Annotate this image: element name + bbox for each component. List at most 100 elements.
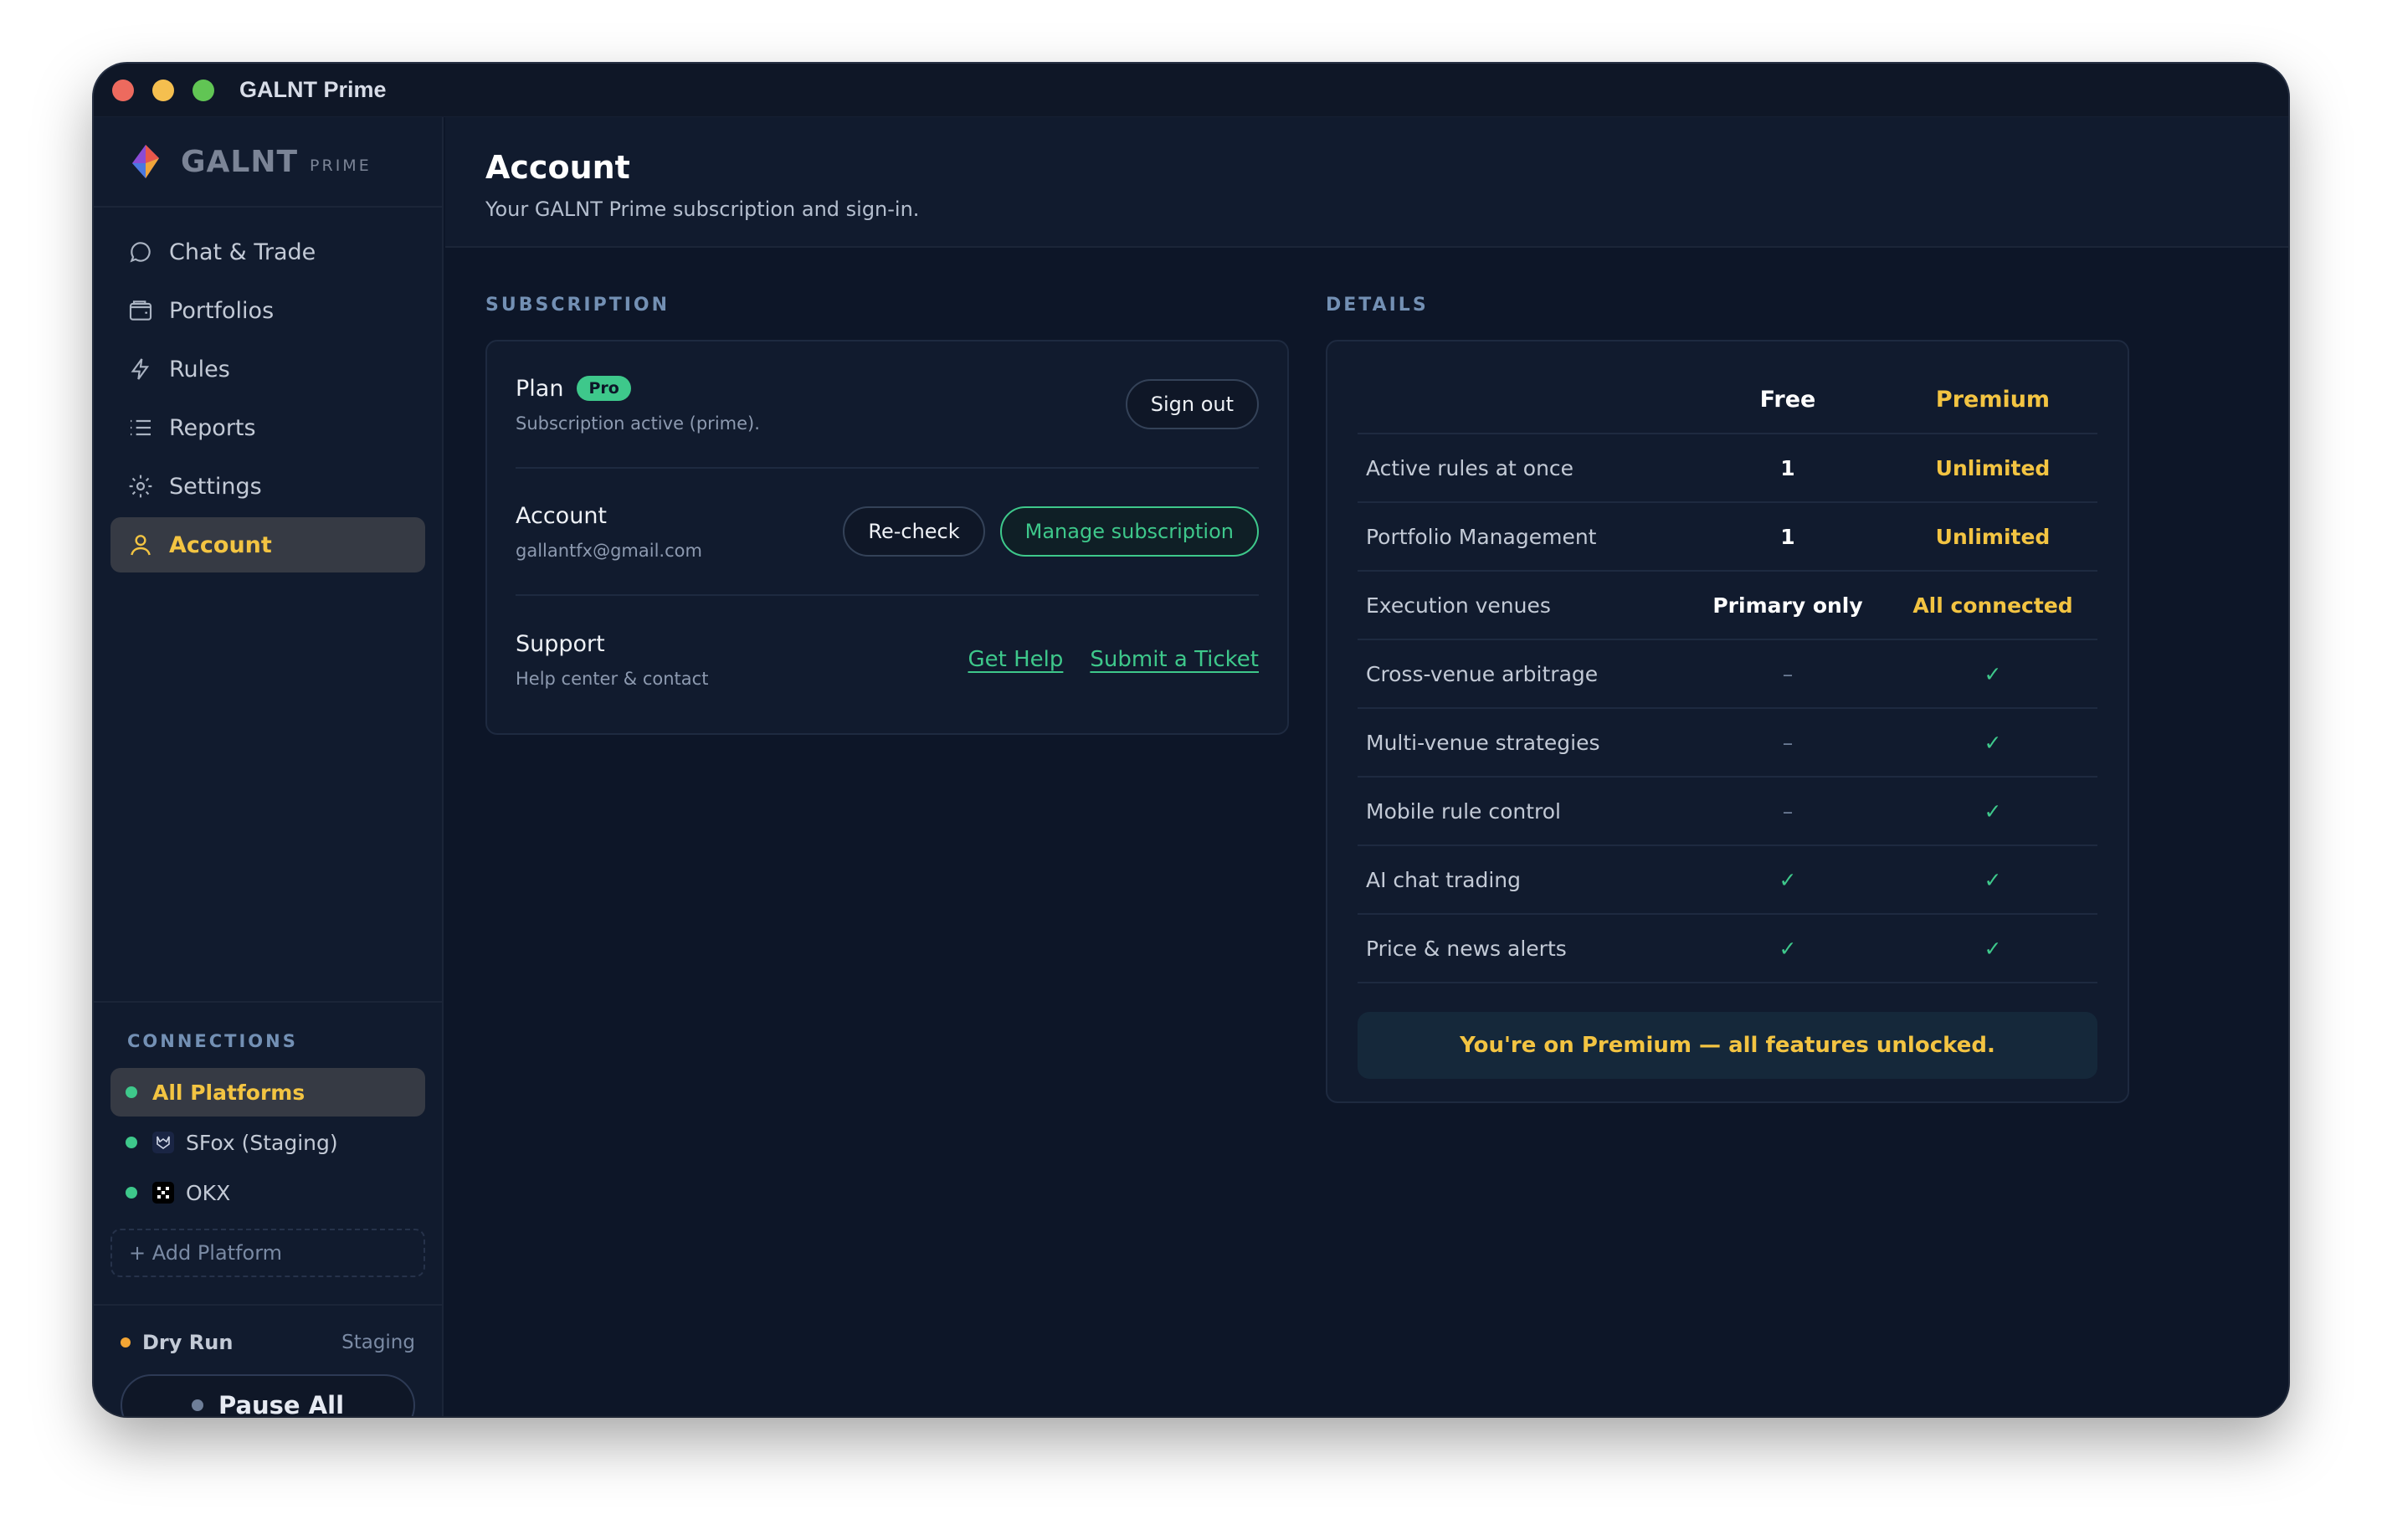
connection-okx[interactable]: OKX: [110, 1168, 425, 1217]
free-column-header: Free: [1687, 367, 1888, 434]
status-dot: [126, 1086, 137, 1098]
nav-label: Account: [169, 531, 272, 558]
brand: GALNT PRIME: [94, 117, 442, 208]
environment-label: Staging: [341, 1332, 415, 1353]
feature-name: Portfolio Management: [1358, 502, 1687, 572]
wallet-icon: [129, 300, 152, 321]
feature-name: Execution venues: [1358, 571, 1687, 640]
nav-item-portfolios[interactable]: Portfolios: [110, 283, 425, 338]
mode-label: Dry Run: [142, 1331, 234, 1354]
brand-name: GALNT: [181, 144, 299, 179]
free-value: –: [1687, 777, 1888, 846]
premium-value: ✓: [1888, 777, 2097, 846]
table-row: Portfolio Management 1 Unlimited: [1358, 502, 2097, 572]
connection-label: OKX: [186, 1180, 231, 1205]
recheck-button[interactable]: Re-check: [843, 506, 985, 557]
add-platform-button[interactable]: + Add Platform: [110, 1229, 425, 1277]
plan-badge: Pro: [577, 376, 631, 401]
premium-value: ✓: [1888, 845, 2097, 915]
premium-value: Unlimited: [1888, 502, 2097, 572]
close-window-button[interactable]: [112, 79, 134, 101]
premium-column-header: Premium: [1888, 367, 2097, 434]
nav-item-chat-trade[interactable]: Chat & Trade: [110, 224, 425, 280]
feature-column-header: [1358, 367, 1687, 434]
status-dot: [126, 1187, 137, 1199]
subscription-label: SUBSCRIPTION: [485, 295, 670, 316]
details-label: DETAILS: [1326, 295, 1429, 316]
premium-value: ✓: [1888, 708, 2097, 778]
support-row: Support Help center & contact Get Help S…: [516, 596, 1259, 723]
window-controls: [112, 79, 214, 101]
manage-subscription-button[interactable]: Manage subscription: [999, 506, 1259, 557]
pause-all-button[interactable]: Pause All: [121, 1374, 415, 1416]
details-card: Free Premium Active rules at once 1 Unli…: [1326, 340, 2129, 1103]
feature-name: Price & news alerts: [1358, 914, 1687, 983]
table-row: Cross-venue arbitrage – ✓: [1358, 639, 2097, 709]
sidebar: GALNT PRIME Chat & Trade Portfolios Rule…: [94, 117, 444, 1416]
free-value: 1: [1687, 502, 1888, 572]
minimize-window-button[interactable]: [152, 79, 174, 101]
page-header: Account Your GALNT Prime subscription an…: [445, 117, 2288, 248]
connection-sfox[interactable]: SFox (Staging): [110, 1118, 425, 1167]
title-bar: GALNT Prime: [94, 64, 2288, 117]
list-icon: [131, 419, 151, 436]
free-value: Primary only: [1687, 571, 1888, 640]
support-description: Help center & contact: [516, 668, 709, 689]
nav-item-account[interactable]: Account: [110, 517, 425, 572]
free-value: 1: [1687, 434, 1888, 503]
galnt-logo-icon: [132, 145, 159, 178]
support-title: Support: [516, 630, 605, 657]
sign-out-button[interactable]: Sign out: [1125, 379, 1259, 429]
get-help-link[interactable]: Get Help: [968, 647, 1063, 672]
plan-row: Plan Pro Subscription active (prime). Si…: [516, 341, 1259, 469]
premium-value: All connected: [1888, 571, 2097, 640]
chat-icon: [130, 242, 151, 263]
nav-label: Chat & Trade: [169, 239, 316, 265]
table-row: AI chat trading ✓ ✓: [1358, 845, 2097, 915]
connection-label: All Platforms: [152, 1080, 305, 1105]
gear-icon: [129, 475, 152, 498]
mode-dot: [121, 1337, 131, 1348]
feature-name: Active rules at once: [1358, 434, 1687, 503]
plan-comparison-table: Free Premium Active rules at once 1 Unli…: [1358, 367, 2097, 983]
pause-dot: [191, 1399, 203, 1411]
table-row: Execution venues Primary only All connec…: [1358, 571, 2097, 640]
free-value: ✓: [1687, 914, 1888, 983]
table-row: Price & news alerts ✓ ✓: [1358, 914, 2097, 983]
table-header-row: Free Premium: [1358, 367, 2097, 434]
nav-label: Portfolios: [169, 297, 275, 324]
table-row: Multi-venue strategies – ✓: [1358, 708, 2097, 778]
premium-banner: You're on Premium — all features unlocke…: [1358, 1012, 2097, 1079]
plan-title: Plan: [516, 375, 564, 402]
page-subtitle: Your GALNT Prime subscription and sign-i…: [485, 198, 920, 221]
connections-label: CONNECTIONS: [127, 1031, 298, 1051]
nav-list: Chat & Trade Portfolios Rules Reports Se…: [94, 208, 442, 572]
app-window: GALNT Prime GALNT PRIME Chat & Trade Por…: [94, 64, 2288, 1416]
nav-item-settings[interactable]: Settings: [110, 459, 425, 514]
user-icon: [131, 535, 151, 556]
mode-indicator: Dry Run: [121, 1331, 233, 1354]
nav-label: Rules: [169, 356, 230, 382]
nav-item-reports[interactable]: Reports: [110, 400, 425, 455]
account-title: Account: [516, 502, 608, 529]
mode-row: Dry Run Staging: [121, 1331, 415, 1354]
feature-name: Mobile rule control: [1358, 777, 1687, 846]
account-row: Account gallantfx@gmail.com Re-check Man…: [516, 469, 1259, 596]
feature-name: Cross-venue arbitrage: [1358, 639, 1687, 709]
free-value: –: [1687, 639, 1888, 709]
premium-value: ✓: [1888, 914, 2097, 983]
connection-all-platforms[interactable]: All Platforms: [110, 1068, 425, 1116]
premium-value: Unlimited: [1888, 434, 2097, 503]
okx-icon: [152, 1182, 174, 1204]
nav-label: Reports: [169, 414, 256, 441]
table-row: Active rules at once 1 Unlimited: [1358, 434, 2097, 503]
nav-item-rules[interactable]: Rules: [110, 341, 425, 397]
connection-label: SFox (Staging): [186, 1130, 338, 1155]
window-title: GALNT Prime: [239, 77, 387, 102]
free-value: ✓: [1687, 845, 1888, 915]
table-row: Mobile rule control – ✓: [1358, 777, 2097, 846]
zoom-window-button[interactable]: [193, 79, 214, 101]
submit-ticket-link[interactable]: Submit a Ticket: [1090, 647, 1259, 672]
main-panel: Account Your GALNT Prime subscription an…: [445, 117, 2288, 1416]
feature-name: AI chat trading: [1358, 845, 1687, 915]
